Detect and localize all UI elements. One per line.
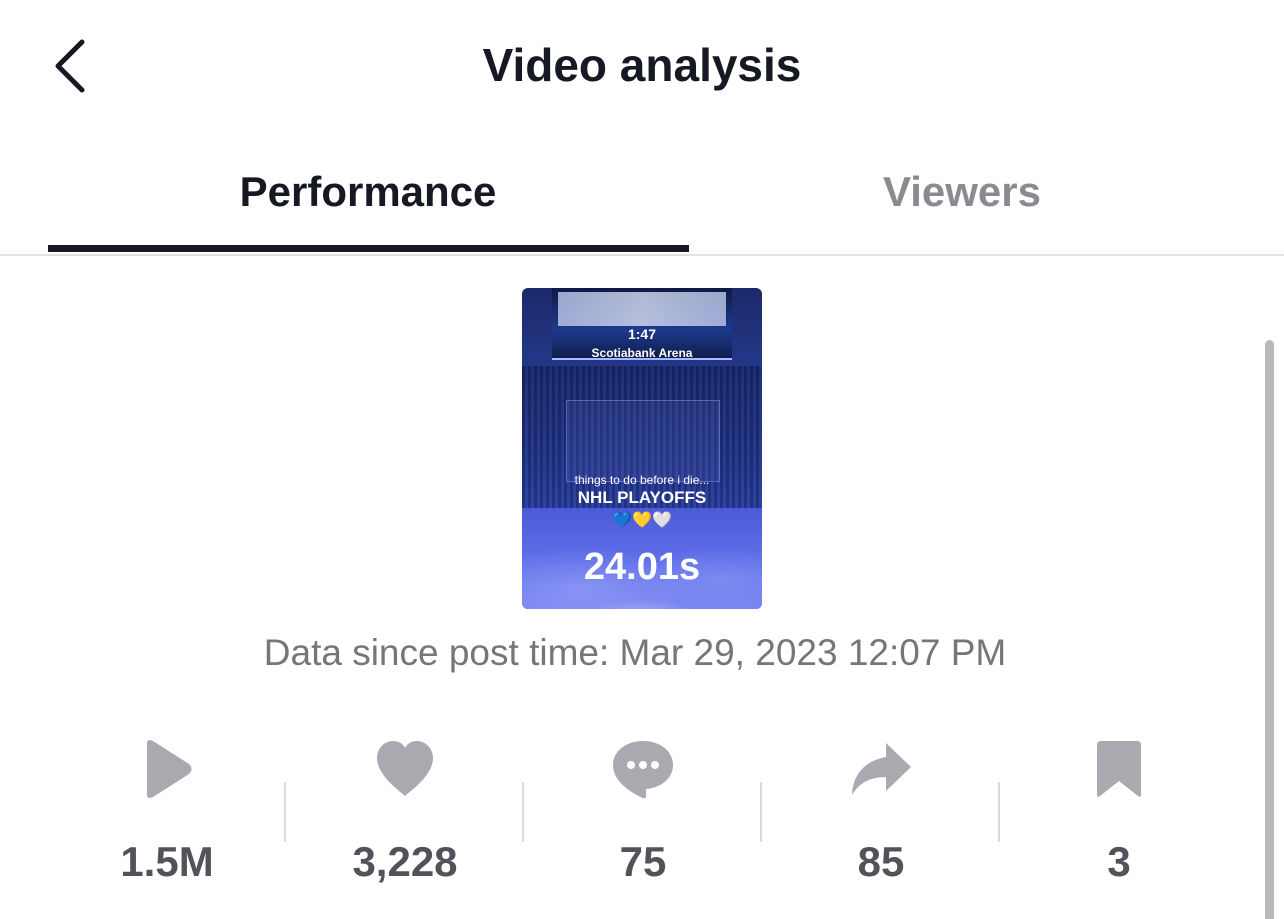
thumbnail-caption: NHL PLAYOFFS	[577, 488, 707, 507]
share-icon	[762, 736, 1000, 802]
stat-value: 75	[619, 838, 667, 885]
thumbnail-caption-small: things to do before i die...	[574, 473, 710, 487]
stat-value: 85	[857, 838, 905, 885]
thumbnail-score-time: 1:47	[627, 326, 657, 342]
stats-row: 1.5M 3,228 75 85 3	[48, 730, 1238, 900]
video-analysis-screen: Video analysis Performance Viewers 1:47 …	[0, 0, 1284, 919]
stat-favorites[interactable]: 3	[1000, 730, 1238, 900]
thumbnail-screen	[558, 292, 726, 326]
video-thumbnail[interactable]: 1:47 Scotiabank Arena things to do befor…	[522, 288, 762, 609]
tab-viewers[interactable]: Viewers	[642, 150, 1282, 252]
data-since-text: Data since post time: Mar 29, 2023 12:07…	[263, 632, 1007, 673]
bookmark-icon	[1000, 736, 1238, 802]
stat-shares[interactable]: 85	[762, 730, 1000, 900]
thumbnail-hearts: 💙💛🤍	[612, 512, 672, 529]
scrollbar[interactable]	[1265, 340, 1274, 919]
page-title: Video analysis	[482, 39, 802, 91]
heart-icon	[286, 736, 524, 802]
comment-icon	[524, 736, 762, 802]
play-icon	[48, 736, 286, 802]
thumbnail-glass	[566, 400, 720, 482]
stat-comments[interactable]: 75	[524, 730, 762, 900]
video-duration: 24.01s	[583, 546, 701, 588]
active-tab-indicator	[48, 245, 689, 252]
stat-likes[interactable]: 3,228	[286, 730, 524, 900]
stat-value: 1.5M	[120, 838, 214, 885]
tab-bar: Performance Viewers	[0, 150, 1284, 256]
tab-performance[interactable]: Performance	[48, 150, 688, 252]
thumbnail-arena: Scotiabank Arena	[591, 346, 693, 360]
stat-value: 3,228	[352, 838, 458, 885]
stat-views[interactable]: 1.5M	[48, 730, 286, 900]
stat-value: 3	[1107, 838, 1131, 885]
